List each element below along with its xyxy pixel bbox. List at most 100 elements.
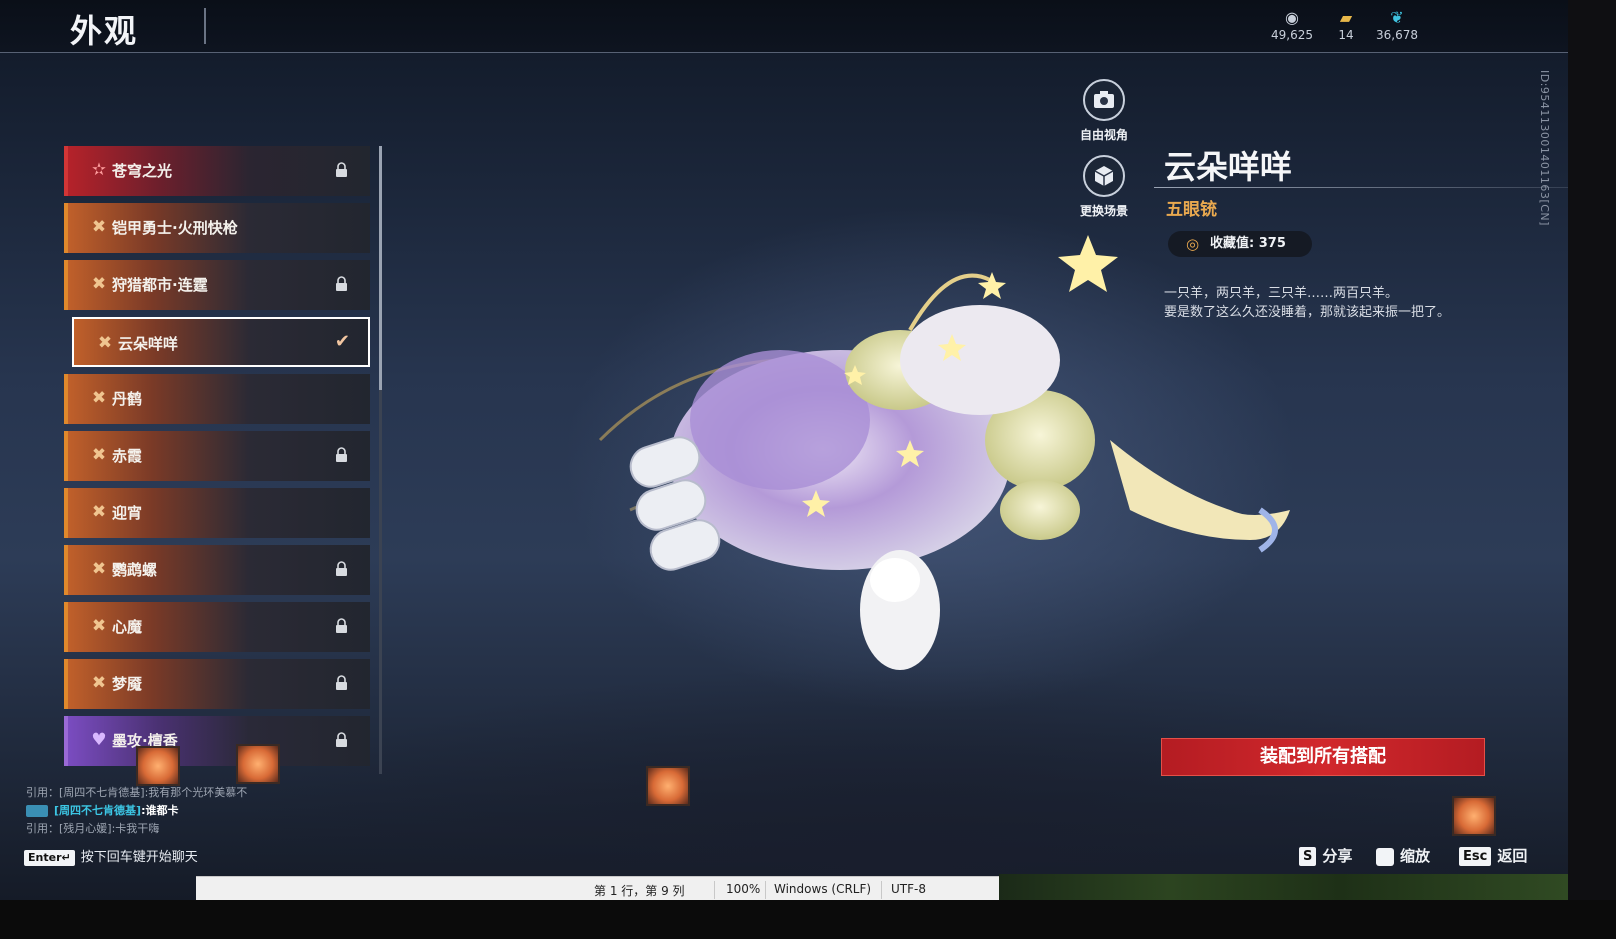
chat-sender[interactable]: [周四不七肯德基] [54, 804, 141, 817]
lock-icon [336, 276, 347, 291]
skin-item-label: 鹦鹉螺 [112, 561, 158, 579]
skin-item-label: 迎宵 [112, 504, 143, 522]
weapon-name: 五眼铳 [1166, 200, 1217, 220]
currency-tickets-value: 14 [1338, 28, 1354, 42]
rarity-heart-icon: ♥ [91, 730, 107, 750]
currency-tickets[interactable]: ▰ 14 [1330, 8, 1362, 42]
player-id: ID:954113001401163[CN] [1538, 70, 1551, 226]
skin-item-label: 苍穹之光 [112, 162, 173, 180]
skin-item[interactable]: ✖ 鹦鹉螺 [64, 545, 370, 595]
enter-key-icon: Enter↵ [24, 849, 75, 866]
lock-icon [336, 675, 347, 690]
coin-stack-icon: ◉ [1285, 8, 1299, 27]
rarity-ribbon-icon: ✖ [91, 616, 107, 636]
change-scene-button[interactable] [1083, 155, 1125, 197]
skin-item[interactable]: ♥ 墨攻·檀香 [64, 716, 370, 766]
skin-item-label: 赤霞 [112, 447, 143, 465]
lock-icon [336, 732, 347, 747]
currency-feathers[interactable]: ❦ 36,678 [1374, 8, 1420, 42]
line-ending: Windows (CRLF) [774, 882, 872, 896]
window-edge [1568, 0, 1616, 939]
rarity-ribbon-icon: ✖ [91, 559, 107, 579]
lantern-decoration [236, 744, 280, 784]
collection-value: 收藏值: 375 [1210, 236, 1286, 251]
free-view-label: 自由视角 [1079, 128, 1128, 142]
list-scrollbar-thumb[interactable] [379, 146, 382, 390]
editor-status-bar: 第 1 行，第 9 列 100% Windows (CRLF) UTF-8 [196, 876, 999, 903]
lock-icon [336, 561, 347, 576]
encoding: UTF-8 [891, 882, 926, 896]
lantern-decoration [1452, 796, 1496, 836]
lantern-decoration [136, 746, 180, 786]
lantern-decoration [646, 766, 690, 806]
rarity-star-icon: ✫ [91, 160, 107, 180]
status-separator [765, 881, 766, 899]
skin-item[interactable]: ✫ 苍穹之光 [64, 146, 370, 196]
status-separator [714, 881, 715, 899]
game-viewport: 外观 ◉ 49,625 ▰ 14 ❦ 36,678 ID:95411300140… [0, 0, 1568, 900]
zoom-level: 100% [726, 882, 761, 896]
share-hint[interactable]: S 分享 [1299, 845, 1352, 866]
skin-item[interactable]: ✖ 迎宵 [64, 488, 370, 538]
chat-line: 引用：[残月心媛]:卡我干嗨 [26, 822, 160, 835]
player-badge-icon [26, 805, 48, 817]
skin-item-label: 丹鹤 [112, 390, 143, 408]
rarity-ribbon-icon: ✖ [97, 333, 113, 353]
zoom-label: 缩放 [1400, 847, 1431, 865]
skin-item-label: 云朵咩咩 [118, 335, 179, 353]
cube-icon [1094, 166, 1114, 186]
currency-coins[interactable]: ◉ 49,625 [1268, 8, 1316, 42]
feather-icon: ❦ [1390, 8, 1404, 27]
share-label: 分享 [1322, 847, 1353, 865]
change-scene-label: 更换场景 [1079, 204, 1128, 218]
free-view-button[interactable] [1083, 79, 1125, 121]
s-key-icon: S [1299, 847, 1317, 866]
title-divider [204, 8, 206, 44]
back-hint[interactable]: Esc 返回 [1459, 845, 1527, 866]
skin-item-selected[interactable]: ✖ 云朵咩咩 ✔ [72, 317, 370, 367]
chat-enter-label: 按下回车键开始聊天 [80, 850, 198, 865]
skin-item[interactable]: ✖ 丹鹤 [64, 374, 370, 424]
skin-item-label: 心魔 [112, 618, 143, 636]
description-line: 一只羊，两只羊，三只羊……两百只羊。 [1164, 286, 1399, 301]
detail-divider [1154, 187, 1568, 188]
rarity-ribbon-icon: ✖ [91, 445, 107, 465]
cursor-position: 第 1 行，第 9 列 [594, 884, 685, 898]
skin-list: ✫ 苍穹之光 ✖ 铠甲勇士·火刑快枪 ✖ 狩猎都市·连霆 ✖ 云朵咩咩 ✔ ✖ … [64, 146, 374, 774]
collection-icon: ◎ [1186, 235, 1200, 253]
page-title: 外观 [70, 12, 139, 50]
skin-item[interactable]: ✖ 狩猎都市·连霆 [64, 260, 370, 310]
skin-item[interactable]: ✖ 梦魇 [64, 659, 370, 709]
lock-icon [336, 162, 347, 177]
skin-item-label: 铠甲勇士·火刑快枪 [112, 219, 238, 237]
skin-item[interactable]: ✖ 心魔 [64, 602, 370, 652]
chat-line: [周四不七肯德基]:谁都卡 [26, 802, 247, 820]
rarity-ribbon-icon: ✖ [91, 217, 107, 237]
esc-key-icon: Esc [1459, 847, 1492, 866]
skin-name: 云朵咩咩 [1164, 148, 1293, 186]
screen-bottom-edge [0, 900, 1616, 939]
skin-description: 一只羊，两只羊，三只羊……两百只羊。 要是数了这么久还没睡着，那就该起来振一把了… [1164, 284, 1450, 322]
currency-feathers-value: 36,678 [1376, 28, 1418, 42]
zoom-hint[interactable]: 缩放 [1376, 845, 1430, 866]
rarity-ribbon-icon: ✖ [91, 502, 107, 522]
currency-coins-value: 49,625 [1271, 28, 1313, 42]
rarity-ribbon-icon: ✖ [91, 274, 107, 294]
skin-item-label: 梦魇 [112, 675, 143, 693]
skin-item-label: 狩猎都市·连霆 [112, 276, 208, 294]
top-bar: 外观 ◉ 49,625 ▰ 14 ❦ 36,678 [0, 0, 1568, 53]
skin-item[interactable]: ✖ 赤霞 [64, 431, 370, 481]
camera-icon [1094, 91, 1114, 108]
back-label: 返回 [1497, 847, 1528, 865]
status-separator [881, 881, 882, 899]
check-icon: ✔ [334, 331, 350, 352]
description-line: 要是数了这么久还没睡着，那就该起来振一把了。 [1164, 305, 1451, 320]
skin-item[interactable]: ✖ 铠甲勇士·火刑快枪 [64, 203, 370, 253]
rarity-ribbon-icon: ✖ [91, 673, 107, 693]
mouse-wheel-icon [1376, 847, 1394, 866]
chat-message: :谁都卡 [141, 804, 179, 817]
chat-log[interactable]: 引用：[周四不七肯德基]:我有那个光环美慕不 [周四不七肯德基]:谁都卡 引用：… [26, 784, 247, 838]
chat-enter-hint[interactable]: Enter↵ 按下回车键开始聊天 [24, 846, 198, 866]
equip-all-button[interactable]: 装配到所有搭配 [1161, 738, 1485, 776]
rarity-ribbon-icon: ✖ [91, 388, 107, 408]
